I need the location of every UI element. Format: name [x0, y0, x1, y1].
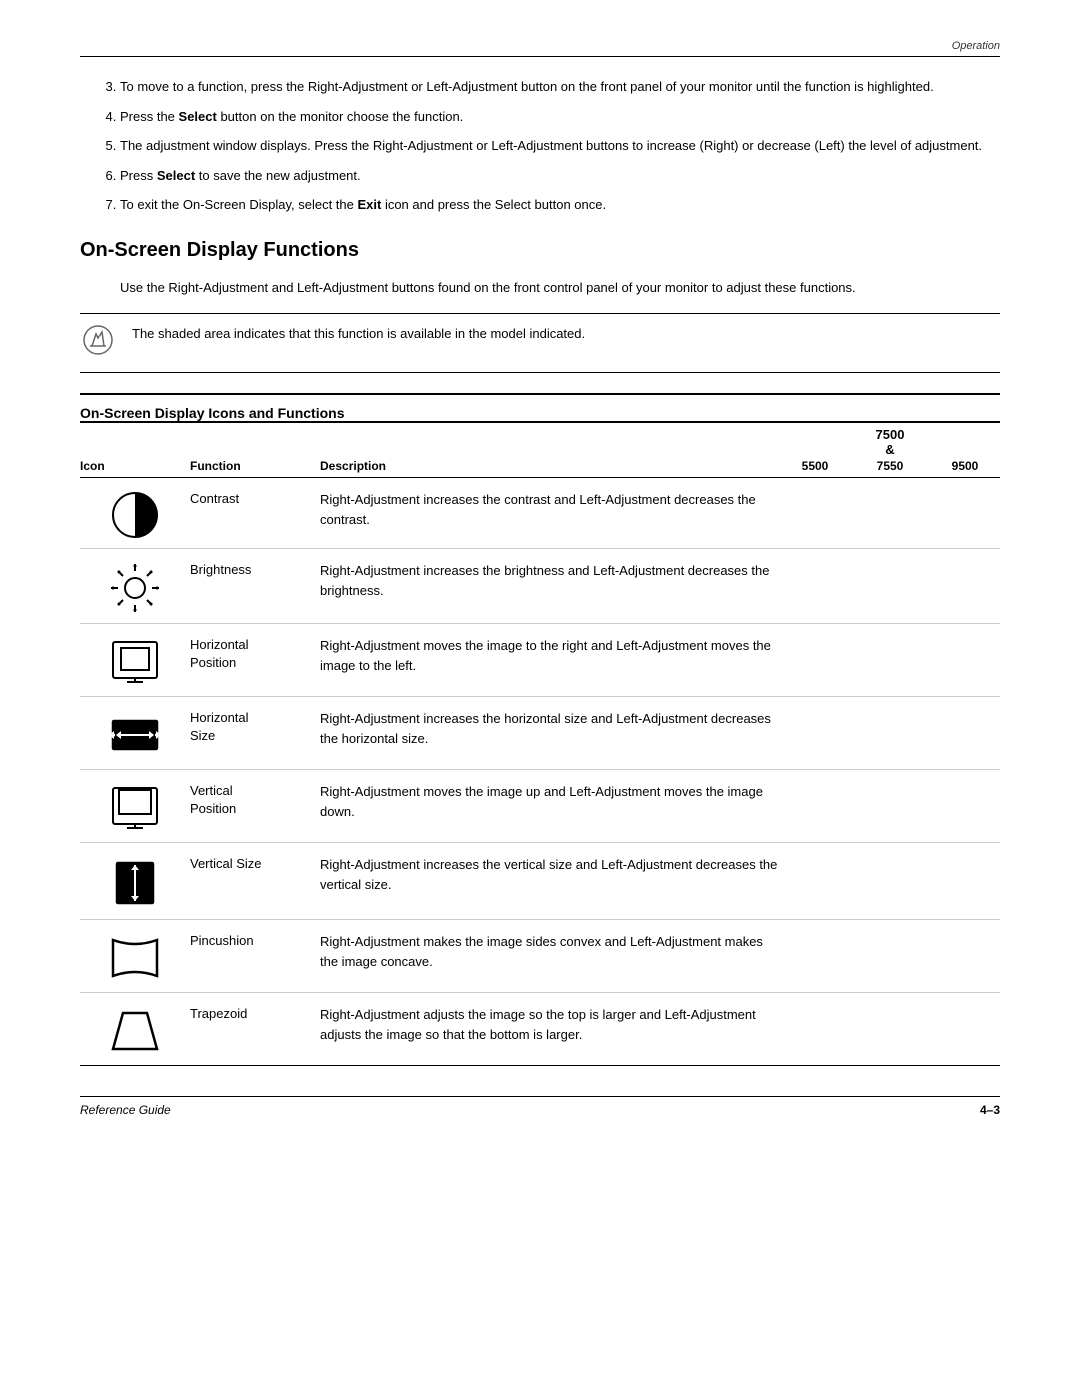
- vsize-description: Right-Adjustment increases the vertical …: [320, 851, 780, 894]
- th-9500: 9500: [930, 459, 1000, 473]
- list-item-3: To move to a function, press the Right-A…: [120, 77, 1000, 97]
- hsize-function: HorizontalSize: [190, 705, 320, 745]
- table-row: HorizontalSize Right-Adjustment increase…: [80, 697, 1000, 770]
- trapezoid-description: Right-Adjustment adjusts the image so th…: [320, 1001, 780, 1044]
- page-container: Operation To move to a function, press t…: [0, 0, 1080, 1397]
- vpos-description: Right-Adjustment moves the image up and …: [320, 778, 780, 821]
- note-icon: [80, 324, 116, 362]
- intro-text: Use the Right-Adjustment and Left-Adjust…: [120, 278, 1000, 298]
- col-9500-header-spacer: [930, 427, 1000, 457]
- subsection-heading: On-Screen Display Icons and Functions: [80, 405, 1000, 421]
- th-icon: Icon: [80, 459, 190, 473]
- list-item-5: The adjustment window displays. Press th…: [120, 136, 1000, 156]
- list-item-6: Press Select to save the new adjustment.: [120, 166, 1000, 186]
- hpos-description: Right-Adjustment moves the image to the …: [320, 632, 780, 675]
- brightness-function: Brightness: [190, 557, 320, 579]
- table-row: Brightness Right-Adjustment increases th…: [80, 549, 1000, 624]
- pincushion-description: Right-Adjustment makes the image sides c…: [320, 928, 780, 971]
- vpos-function: VerticalPosition: [190, 778, 320, 818]
- th-7550: 7550: [850, 459, 930, 473]
- page-footer: Reference Guide 4–3: [80, 1096, 1000, 1117]
- contrast-description: Right-Adjustment increases the contrast …: [320, 486, 780, 529]
- table-row: VerticalPosition Right-Adjustment moves …: [80, 770, 1000, 843]
- th-function: Function: [190, 459, 320, 473]
- list-item-4: Press the Select button on the monitor c…: [120, 107, 1000, 127]
- hsize-icon: [80, 705, 190, 761]
- th-5500: 5500: [780, 459, 850, 473]
- brightness-description: Right-Adjustment increases the brightnes…: [320, 557, 780, 600]
- table-column-headers: Icon Function Description 5500 7550 9500: [80, 459, 1000, 478]
- pincushion-function: Pincushion: [190, 928, 320, 950]
- list-item-7: To exit the On-Screen Display, select th…: [120, 195, 1000, 215]
- col-5500-header-spacer: [780, 427, 850, 457]
- vpos-icon: [80, 778, 190, 834]
- table-row: Trapezoid Right-Adjustment adjusts the i…: [80, 993, 1000, 1066]
- vsize-function: Vertical Size: [190, 851, 320, 873]
- col-7500-header: 7500 &: [850, 427, 930, 457]
- hsize-description: Right-Adjustment increases the horizonta…: [320, 705, 780, 748]
- header-title: Operation: [952, 40, 1000, 52]
- table-row: Contrast Right-Adjustment increases the …: [80, 478, 1000, 549]
- functions-table: 7500 & Icon Function Description 5500 75…: [80, 421, 1000, 1066]
- th-description: Description: [320, 459, 780, 473]
- footer-right: 4–3: [980, 1103, 1000, 1117]
- trapezoid-icon: [80, 1001, 190, 1057]
- table-row: Pincushion Right-Adjustment makes the im…: [80, 920, 1000, 993]
- contrast-function: Contrast: [190, 486, 320, 508]
- note-box: The shaded area indicates that this func…: [80, 313, 1000, 373]
- hpos-function: HorizontalPosition: [190, 632, 320, 672]
- pincushion-icon: [80, 928, 190, 984]
- page-header: Operation: [80, 40, 1000, 57]
- vsize-icon: [80, 851, 190, 911]
- section-heading: On-Screen Display Functions: [80, 239, 1000, 262]
- note-text: The shaded area indicates that this func…: [132, 324, 585, 344]
- numbered-list: To move to a function, press the Right-A…: [120, 77, 1000, 215]
- table-row: Vertical Size Right-Adjustment increases…: [80, 843, 1000, 920]
- footer-left: Reference Guide: [80, 1103, 171, 1117]
- table-row: HorizontalPosition Right-Adjustment move…: [80, 624, 1000, 697]
- brightness-icon: [80, 557, 190, 615]
- contrast-icon: [80, 486, 190, 540]
- hpos-icon: [80, 632, 190, 688]
- trapezoid-function: Trapezoid: [190, 1001, 320, 1023]
